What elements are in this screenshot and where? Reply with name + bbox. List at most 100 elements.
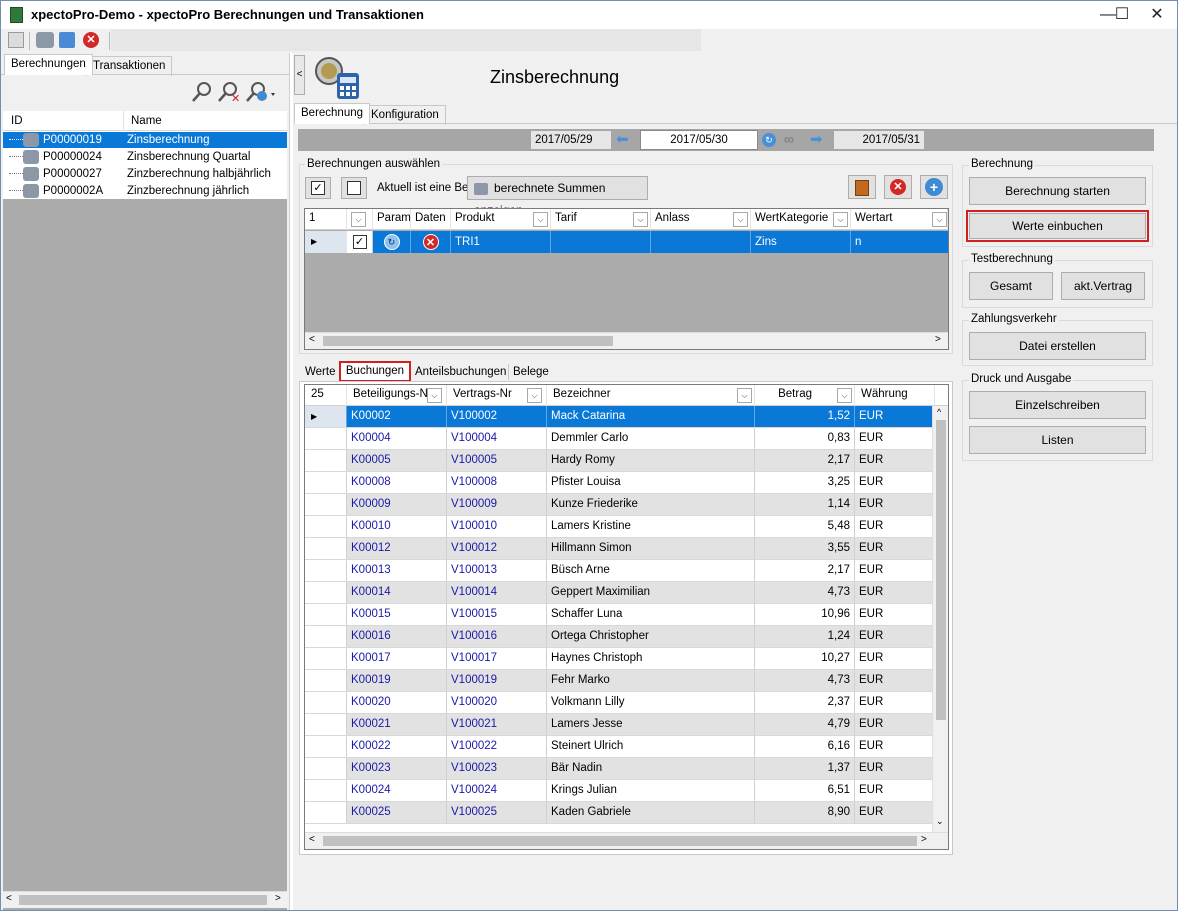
infinity-icon[interactable]: ∞ — [784, 131, 794, 147]
column-header-id[interactable]: ID — [11, 115, 23, 127]
calculate-icon[interactable] — [36, 32, 54, 48]
filter-dropdown-icon[interactable]: ⌵ — [733, 212, 748, 227]
check-all-button[interactable]: ✓ — [305, 177, 331, 199]
scroll-right-arrow[interactable]: > — [921, 834, 927, 845]
table-row[interactable]: K00004 V100004 Demmler Carlo 0,83 EUR — [305, 428, 934, 450]
copy-button[interactable] — [848, 175, 876, 199]
table-row[interactable]: ▶ K00002 V100002 Mack Catarina 1,52 EUR — [305, 406, 934, 428]
post-values-button[interactable]: Werte einbuchen — [969, 213, 1146, 239]
table-row[interactable]: K00023 V100023 Bär Nadin 1,37 EUR — [305, 758, 934, 780]
column-header-name[interactable]: Name — [131, 115, 162, 127]
lists-button[interactable]: Listen — [969, 426, 1146, 454]
tab-konfiguration[interactable]: Konfiguration — [364, 105, 446, 125]
tab-transaktionen[interactable]: Transaktionen — [86, 56, 173, 76]
row-checkbox[interactable]: ✓ — [347, 231, 373, 253]
tab-berechnungen[interactable]: Berechnungen — [4, 54, 93, 75]
table-row[interactable]: K00009 V100009 Kunze Friederike 1,14 EUR — [305, 494, 934, 516]
horizontal-scrollbar[interactable]: < > — [305, 332, 948, 349]
tab-berechnung[interactable]: Berechnung — [294, 103, 371, 124]
search-settings-icon[interactable] — [245, 81, 277, 103]
previous-date[interactable]: 2017/05/29 — [531, 131, 611, 149]
single-letters-button[interactable]: Einzelschreiben — [969, 391, 1146, 419]
table-row[interactable]: K00015 V100015 Schaffer Luna 10,96 EUR — [305, 604, 934, 626]
filter-dropdown-icon[interactable]: ⌵ — [351, 212, 366, 227]
lower-tab-anteilsbuchungen[interactable]: Anteilsbuchungen — [413, 364, 508, 380]
column-header-bezeichner[interactable]: Bezeichner — [547, 385, 755, 406]
collapse-button[interactable]: < — [294, 55, 305, 95]
create-file-button[interactable]: Datei erstellen — [969, 332, 1146, 360]
table-row[interactable]: K00010 V100010 Lamers Kristine 5,48 EUR — [305, 516, 934, 538]
scroll-right-arrow[interactable]: > — [275, 893, 281, 904]
table-row[interactable]: K00008 V100008 Pfister Louisa 3,25 EUR — [305, 472, 934, 494]
filter-dropdown-icon[interactable]: ⌵ — [833, 212, 848, 227]
filter-dropdown-icon[interactable]: ⌵ — [932, 212, 947, 227]
table-row[interactable]: K00021 V100021 Lamers Jesse 4,79 EUR — [305, 714, 934, 736]
splitter[interactable] — [289, 53, 293, 910]
close-button[interactable]: ✕ — [1137, 1, 1177, 29]
start-calculation-button[interactable]: Berechnung starten — [969, 177, 1146, 205]
lower-tab-werte[interactable]: Werte — [302, 364, 338, 380]
scroll-thumb[interactable] — [19, 895, 267, 905]
show-sums-button[interactable]: berechnete Summen anzeigen — [467, 176, 648, 217]
save-icon[interactable] — [8, 32, 24, 48]
scroll-right-arrow[interactable]: > — [935, 334, 941, 345]
horizontal-scrollbar[interactable]: < > — [3, 891, 287, 908]
table-row[interactable]: K00014 V100014 Geppert Maximilian 4,73 EUR — [305, 582, 934, 604]
scroll-thumb[interactable] — [323, 336, 613, 346]
scroll-down-arrow[interactable]: ⌄ — [936, 816, 944, 827]
filter-dropdown-icon[interactable]: ⌵ — [633, 212, 648, 227]
list-item[interactable]: P00000027 Zinzberechnung halbjährlich — [3, 166, 287, 182]
transfer-icon[interactable] — [59, 32, 75, 48]
lower-tab-belege[interactable]: Belege — [508, 364, 553, 380]
table-row[interactable]: K00005 V100005 Hardy Romy 2,17 EUR — [305, 450, 934, 472]
column-header-daten[interactable]: Daten — [411, 209, 451, 230]
table-row[interactable]: K00012 V100012 Hillmann Simon 3,55 EUR — [305, 538, 934, 560]
table-row[interactable]: K00019 V100019 Fehr Marko 4,73 EUR — [305, 670, 934, 692]
daten-cell[interactable]: ✕ — [411, 231, 451, 253]
scroll-left-arrow[interactable]: < — [309, 334, 315, 345]
table-row[interactable]: K00022 V100022 Steinert Ulrich 6,16 EUR — [305, 736, 934, 758]
horizontal-scrollbar[interactable]: < > — [305, 832, 948, 849]
param-cell[interactable]: ↻ — [373, 231, 411, 253]
table-row[interactable]: ▶ ✓ ↻ ✕ TRI1 Zins n — [305, 231, 948, 253]
filter-dropdown-icon[interactable]: ⌵ — [533, 212, 548, 227]
filter-dropdown-icon[interactable]: ⌵ — [837, 388, 852, 403]
filter-dropdown-icon[interactable]: ⌵ — [527, 388, 542, 403]
table-row[interactable]: K00024 V100024 Krings Julian 6,51 EUR — [305, 780, 934, 802]
add-button[interactable]: + — [920, 175, 948, 199]
scroll-thumb[interactable] — [323, 836, 917, 846]
table-row[interactable]: K00017 V100017 Haynes Christoph 10,27 EUR — [305, 648, 934, 670]
table-row[interactable]: K00025 V100025 Kaden Gabriele 8,90 EUR — [305, 802, 934, 824]
refresh-date-icon[interactable]: ↻ — [762, 133, 776, 147]
column-header-waehrung[interactable]: Währung — [855, 385, 935, 406]
search-icon[interactable] — [191, 81, 213, 103]
column-header-check[interactable]: ⌵ — [347, 209, 373, 230]
filter-dropdown-icon[interactable]: ⌵ — [427, 388, 442, 403]
table-row[interactable]: K00016 V100016 Ortega Christopher 1,24 EUR — [305, 626, 934, 648]
column-header-param[interactable]: Param — [373, 209, 411, 230]
scroll-left-arrow[interactable]: < — [309, 834, 315, 845]
lower-tab-buchungen[interactable]: Buchungen — [339, 361, 411, 382]
previous-arrow-icon[interactable]: ⬅ — [616, 132, 636, 148]
vertical-scrollbar[interactable]: ^ ⌄ — [932, 406, 948, 832]
clear-search-icon[interactable]: ✕ — [217, 81, 241, 105]
cancel-icon[interactable]: ✕ — [83, 32, 99, 48]
test-all-button[interactable]: Gesamt — [969, 272, 1053, 300]
current-date-field[interactable]: 2017/05/30 — [640, 130, 758, 150]
list-item[interactable]: P0000002A Zinzberechnung jährlich — [3, 183, 287, 199]
scroll-up-arrow[interactable]: ^ — [937, 407, 941, 417]
tree-line — [9, 156, 23, 157]
list-item[interactable]: P00000024 Zinsberechnung Quartal — [3, 149, 287, 165]
test-contract-button[interactable]: akt.Vertrag — [1061, 272, 1145, 300]
table-row[interactable]: K00020 V100020 Volkmann Lilly 2,37 EUR — [305, 692, 934, 714]
table-row[interactable]: K00013 V100013 Büsch Arne 2,17 EUR — [305, 560, 934, 582]
scroll-left-arrow[interactable]: < — [6, 893, 12, 904]
list-item[interactable]: P00000019 Zinsberechnung — [3, 132, 287, 148]
filter-dropdown-icon[interactable]: ⌵ — [737, 388, 752, 403]
error-icon: ✕ — [422, 234, 439, 250]
next-arrow-icon[interactable]: ➡ — [810, 132, 830, 148]
uncheck-all-button[interactable] — [341, 177, 367, 199]
delete-button[interactable]: ✕ — [884, 175, 912, 199]
scroll-thumb[interactable] — [936, 420, 946, 720]
next-date[interactable]: 2017/05/31 — [834, 131, 924, 149]
